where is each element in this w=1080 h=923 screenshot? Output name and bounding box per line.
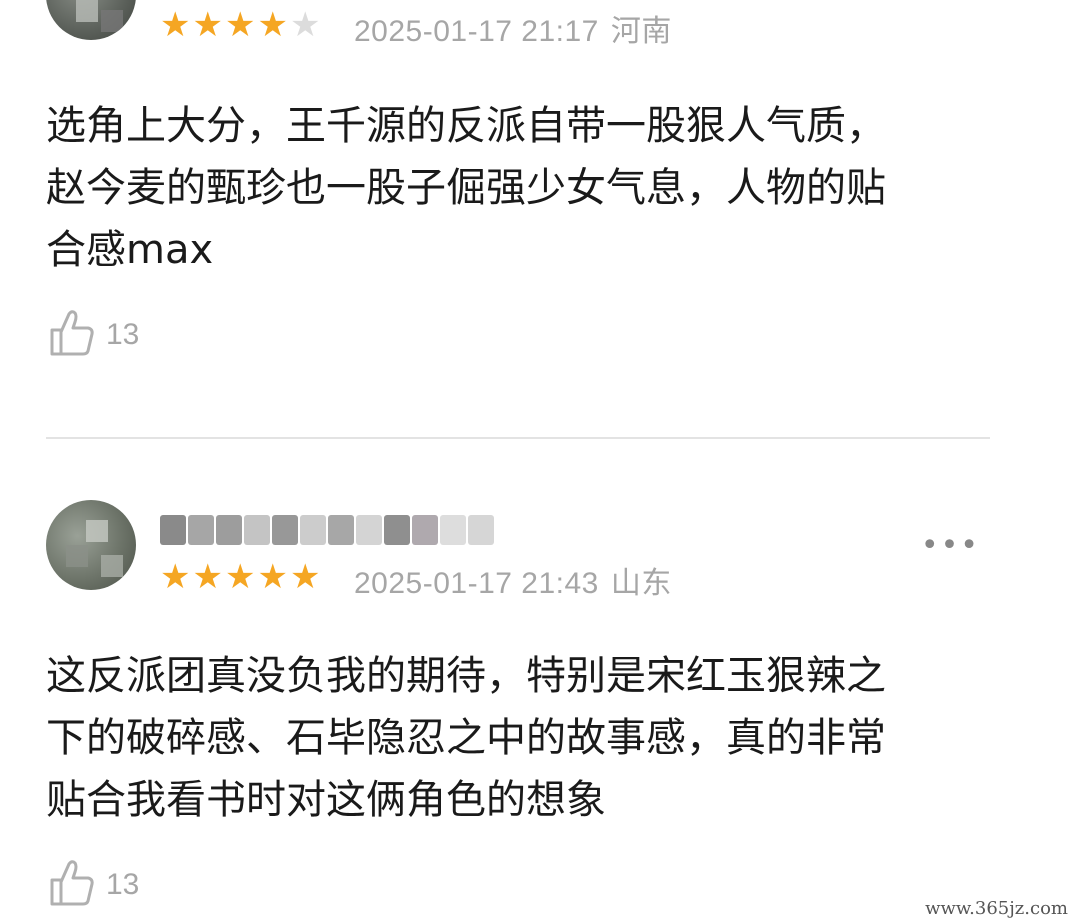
star-icon: ★ [192,557,223,597]
review-date: 2025-01-17 21:17 [354,15,599,48]
star-icon: ★ [160,5,191,45]
review-text-line: 赵今麦的甄珍也一股子倔强少女气息，人物的贴 [46,165,886,211]
review-text: 选角上大分，王千源的反派自带一股狠人气质， 赵今麦的甄珍也一股子倔强少女气息，人… [46,95,1006,281]
star-icon: ★ [289,5,321,45]
review-meta: 2025-01-17 21:43 山东 [354,558,672,602]
star-icon: ★ [257,557,288,597]
like-button[interactable]: 13 [48,858,139,912]
review-date: 2025-01-17 21:43 [354,567,599,600]
thumbs-up-icon [48,308,96,362]
review-card: ★ ★ ★ ★ ★ 2025-01-17 21:17 河南 选角上大分，王千源的反派自带一… [0,0,1080,420]
review-card: ••• ★ ★ ★ ★ ★ 2025-01-17 21:43 山东 这反派团真没负我的期待… [0,490,1080,923]
review-text-line: 下的破碎感、石毕隐忍之中的故事感，真的非常 [46,715,886,761]
review-text-line: 这反派团真没负我的期待，特别是宋红玉狠辣之 [46,653,886,699]
star-icon: ★ [224,557,256,597]
like-button[interactable]: 13 [48,308,139,362]
review-region: 山东 [610,567,672,600]
avatar[interactable] [46,0,136,40]
thumbs-up-icon [48,858,96,912]
like-count: 13 [106,318,140,351]
divider [46,437,990,439]
rating-stars: ★ ★ ★ ★ ★ [160,8,320,42]
review-meta: 2025-01-17 21:17 河南 [354,6,672,50]
like-count: 13 [106,868,140,901]
star-icon: ★ [257,5,288,45]
star-icon: ★ [160,557,191,597]
star-icon: ★ [192,5,223,45]
rating-stars: ★ ★ ★ ★ ★ [160,560,320,594]
watermark: www.365jz.com [921,898,1072,919]
username-blurred[interactable] [160,508,494,552]
review-text-line: 选角上大分，王千源的反派自带一股狠人气质， [46,103,886,149]
star-icon: ★ [224,5,256,45]
review-text: 这反派团真没负我的期待，特别是宋红玉狠辣之 下的破碎感、石毕隐忍之中的故事感，真… [46,645,1006,831]
review-text-line: 合感max [46,227,214,273]
more-icon[interactable]: ••• [921,528,980,563]
review-region: 河南 [610,15,672,48]
review-text-line: 贴合我看书时对这俩角色的想象 [46,777,606,823]
star-icon: ★ [289,557,321,597]
avatar[interactable] [46,500,136,590]
